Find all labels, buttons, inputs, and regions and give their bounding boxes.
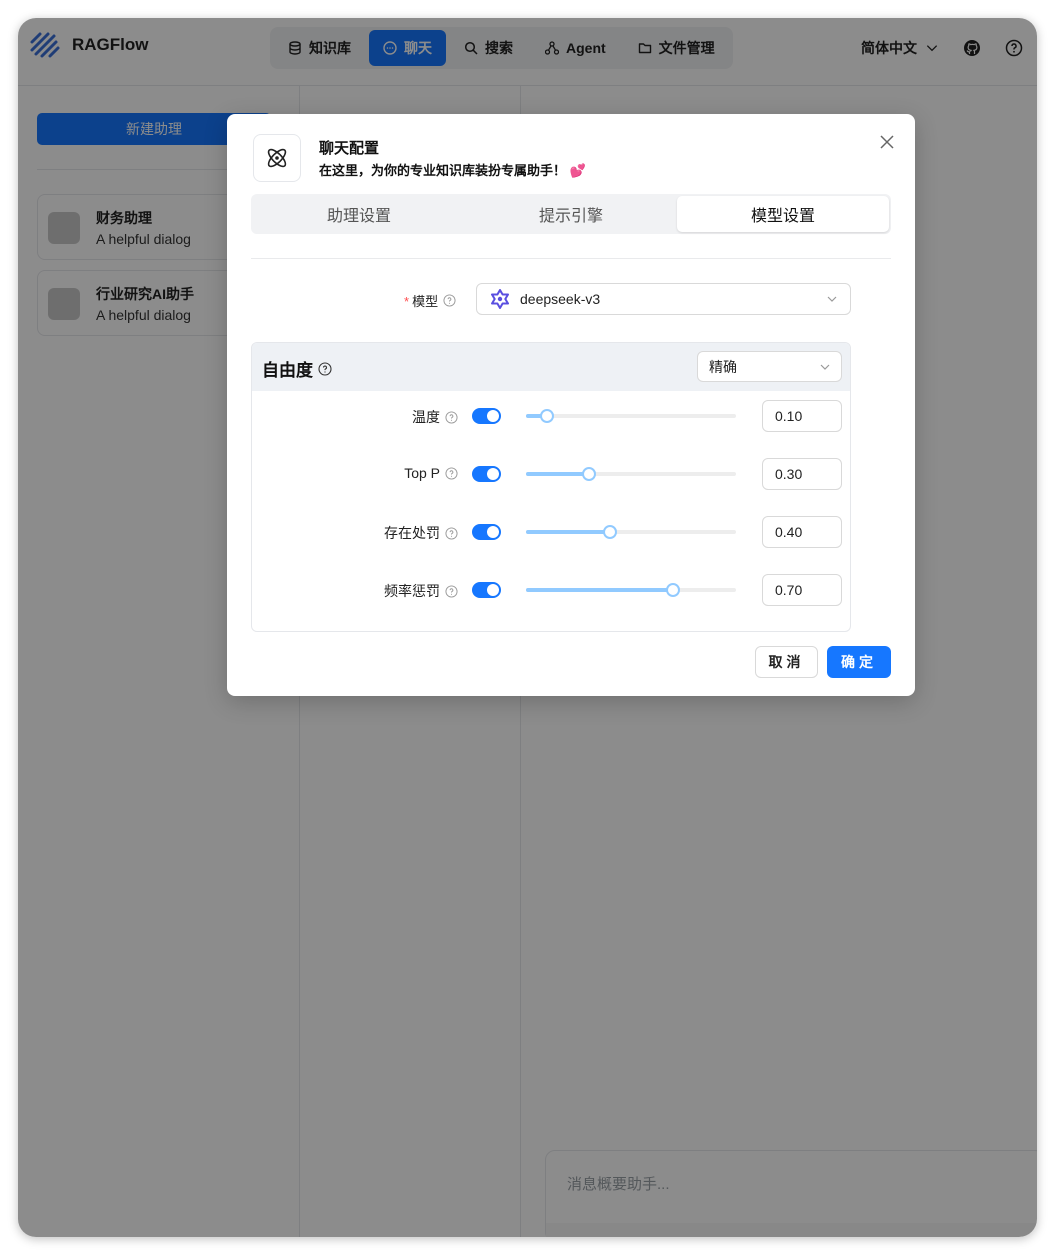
modal-title: 聊天配置 <box>319 140 380 157</box>
param-value-input[interactable]: 0.70 <box>762 574 842 606</box>
freedom-title: 自由度 <box>262 356 332 381</box>
param-label-text: 温度 <box>412 409 440 425</box>
param-value-input[interactable]: 0.30 <box>762 458 842 490</box>
freedom-title-text: 自由度 <box>262 361 313 380</box>
slider-fill <box>526 530 610 534</box>
question-icon[interactable] <box>445 410 458 424</box>
tab-assistant-settings[interactable]: 助理设置 <box>253 196 465 232</box>
param-slider[interactable] <box>526 409 736 423</box>
slider-handle[interactable] <box>582 467 596 481</box>
param-toggle[interactable] <box>472 408 501 424</box>
param-toggle[interactable] <box>472 466 501 482</box>
param-label-text: 存在处罚 <box>384 525 440 541</box>
slider-fill <box>526 588 673 592</box>
slider-fill <box>526 472 589 476</box>
param-slider[interactable] <box>526 583 736 597</box>
question-icon[interactable] <box>445 584 458 598</box>
chevron-down-icon <box>820 364 830 370</box>
param-slider[interactable] <box>526 467 736 481</box>
slider-handle[interactable] <box>540 409 554 423</box>
slider-handle[interactable] <box>603 525 617 539</box>
question-icon[interactable] <box>445 466 458 480</box>
param-slider[interactable] <box>526 525 736 539</box>
close-icon[interactable] <box>879 134 895 150</box>
param-label: 温度 <box>412 407 458 427</box>
param-label: 存在处罚 <box>384 523 458 543</box>
tab-prompt-engine[interactable]: 提示引擎 <box>465 196 677 232</box>
freedom-mode-select[interactable]: 精确 <box>697 351 842 382</box>
chat-config-modal: 聊天配置 在这里，为你的专业知识库装扮专属助手！ 💕 助理设置 提示引擎 模型设… <box>227 114 915 696</box>
toggle-knob <box>487 526 499 538</box>
model-value: deepseek-v3 <box>520 291 601 307</box>
param-row-presence-penalty: 存在处罚 0.40 <box>252 516 850 548</box>
atom-icon <box>267 148 287 168</box>
freedom-mode-value: 精确 <box>709 358 737 375</box>
param-toggle[interactable] <box>472 524 501 540</box>
param-label: 频率惩罚 <box>384 581 458 601</box>
tab-model-settings[interactable]: 模型设置 <box>677 196 889 232</box>
cancel-button[interactable]: 取消 <box>755 646 818 678</box>
question-icon[interactable] <box>443 294 456 307</box>
confirm-button[interactable]: 确定 <box>827 646 891 678</box>
slider-handle[interactable] <box>666 583 680 597</box>
param-label-text: Top P <box>404 465 440 481</box>
param-value-input[interactable]: 0.10 <box>762 400 842 432</box>
param-toggle[interactable] <box>472 582 501 598</box>
param-row-frequency-penalty: 频率惩罚 0.70 <box>252 574 850 606</box>
param-row-temperature: 温度 0.10 <box>252 400 850 432</box>
chevron-down-icon <box>827 296 837 302</box>
freedom-header: 自由度 精确 <box>252 343 850 391</box>
question-icon[interactable] <box>318 361 332 376</box>
param-label-text: 频率惩罚 <box>384 583 440 599</box>
toggle-knob <box>487 584 499 596</box>
config-tabs: 助理设置 提示引擎 模型设置 <box>251 194 891 234</box>
model-label-text: 模型 <box>412 294 439 309</box>
model-field-label: * 模型 <box>404 291 456 310</box>
modal-icon <box>253 134 301 182</box>
modal-subtitle: 在这里，为你的专业知识库装扮专属助手！ 💕 <box>319 163 586 178</box>
required-mark: * <box>404 294 410 309</box>
toggle-knob <box>487 468 499 480</box>
model-select[interactable]: deepseek-v3 <box>476 283 851 315</box>
param-row-top-p: Top P 0.30 <box>252 458 850 490</box>
freedom-panel: 自由度 精确 温度 0.10 Top P 0.30 存在处罚 0.40 频率惩罚… <box>251 342 851 632</box>
model-provider-icon <box>491 289 509 309</box>
param-value-input[interactable]: 0.40 <box>762 516 842 548</box>
question-icon[interactable] <box>445 526 458 540</box>
app-window: RAGFlow 知识库 聊天 搜索 Agent 文件管理 简体中文 新建助理 财… <box>18 18 1037 1237</box>
toggle-knob <box>487 410 499 422</box>
param-label: Top P <box>404 465 458 481</box>
modal-divider <box>251 258 891 259</box>
